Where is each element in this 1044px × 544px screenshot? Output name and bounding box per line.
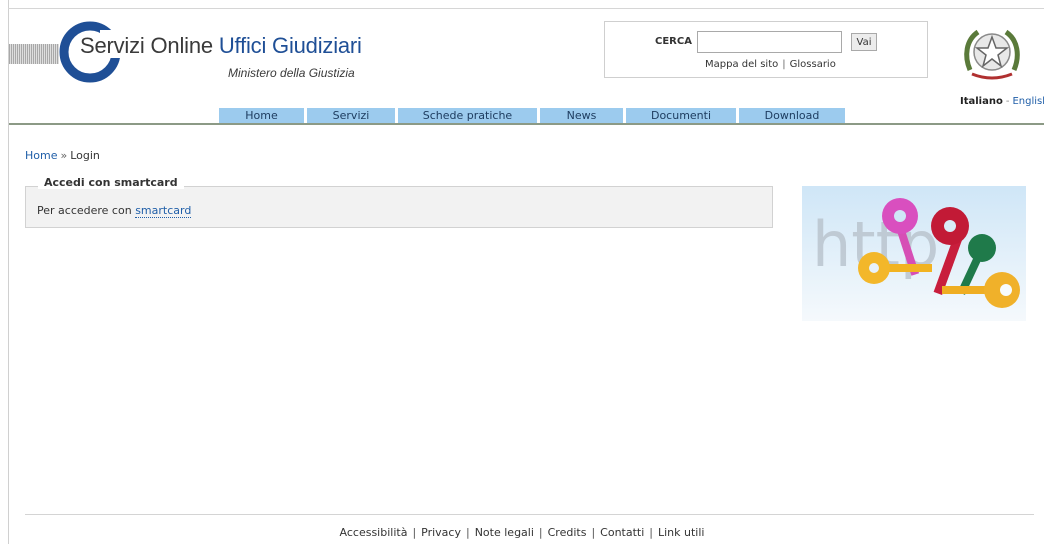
search-input[interactable] <box>697 31 842 53</box>
language-english[interactable]: English <box>1012 96 1044 107</box>
breadcrumb-separator: » <box>60 149 68 162</box>
site-title-part1: Servizi Online <box>80 33 213 58</box>
search-label: CERCA <box>655 36 692 47</box>
footer-link-contatti[interactable]: Contatti <box>600 526 644 539</box>
footer-separator: | <box>538 526 543 539</box>
nav-schede-pratiche[interactable]: Schede pratiche <box>398 108 537 123</box>
breadcrumb: Home» Login <box>25 149 100 162</box>
footer-link-credits[interactable]: Credits <box>548 526 587 539</box>
footer-links: Accessibilità | Privacy | Note legali | Credit… <box>0 526 1044 539</box>
nav-news[interactable]: News <box>540 108 623 123</box>
footer-link-note-legali[interactable]: Note legali <box>475 526 534 539</box>
footer-link-privacy[interactable]: Privacy <box>421 526 461 539</box>
search-links: Mappa del sito | Glossario <box>705 59 836 70</box>
breadcrumb-current: Login <box>70 149 100 162</box>
site-title-part2: Uffici Giudiziari <box>218 33 362 58</box>
footer-separator: | <box>465 526 470 539</box>
nav-documenti[interactable]: Documenti <box>626 108 736 123</box>
smartcard-panel-text: Per accedere con smartcard <box>37 204 192 218</box>
nav-divider <box>9 123 1044 125</box>
search-submit-button[interactable]: Vai <box>851 33 877 51</box>
smartcard-panel: Per accedere con smartcard <box>25 186 773 228</box>
language-separator: - <box>1005 96 1010 107</box>
nav-home[interactable]: Home <box>219 108 304 123</box>
sitemap-link[interactable]: Mappa del sito <box>705 59 778 70</box>
page-left-border <box>8 0 9 544</box>
site-title[interactable]: Servizi Online Uffici Giudiziari <box>80 33 362 59</box>
smartcard-link[interactable]: smartcard <box>135 204 192 218</box>
glossary-link[interactable]: Glossario <box>790 59 836 70</box>
footer-divider <box>25 514 1034 515</box>
nav-download[interactable]: Download <box>739 108 845 123</box>
keys-illustration-icon: http: <box>802 186 1026 321</box>
logo-stripes <box>9 44 59 64</box>
breadcrumb-home[interactable]: Home <box>25 149 57 162</box>
footer-separator: | <box>412 526 417 539</box>
footer-separator: | <box>591 526 596 539</box>
smartcard-panel-title: Accedi con smartcard <box>38 176 184 189</box>
search-box: CERCA Vai Mappa del sito | Glossario <box>604 21 928 78</box>
page-top-border <box>8 8 1044 9</box>
footer-link-link-utili[interactable]: Link utili <box>658 526 704 539</box>
language-italiano[interactable]: Italiano <box>960 96 1003 107</box>
footer-link-accessibilita[interactable]: Accessibilità <box>340 526 408 539</box>
language-switcher: Italiano-English <box>960 96 1044 107</box>
smartcard-instruction: Per accedere con <box>37 204 132 217</box>
italian-emblem-icon <box>964 29 1020 80</box>
search-links-separator: | <box>782 59 786 70</box>
site-subtitle: Ministero della Giustizia <box>228 66 355 80</box>
nav-servizi[interactable]: Servizi <box>307 108 395 123</box>
footer-separator: | <box>649 526 653 539</box>
